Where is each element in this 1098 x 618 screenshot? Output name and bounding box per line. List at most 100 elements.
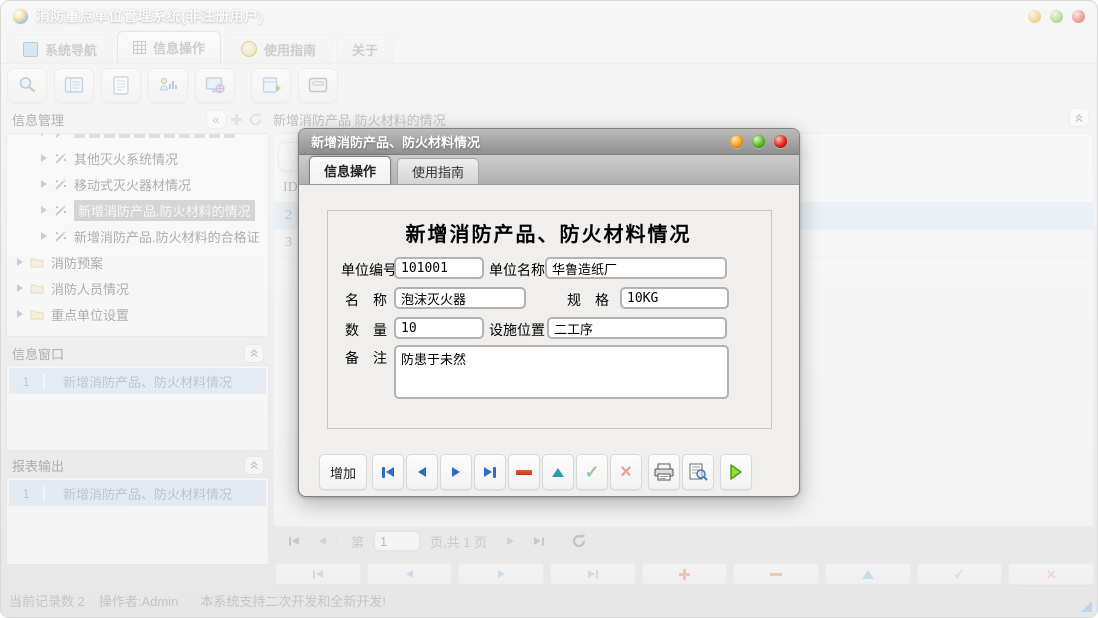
grid-last-button[interactable] <box>550 563 636 585</box>
tab-label: 信息操作 <box>153 41 206 56</box>
dialog-tab-user-guide[interactable]: 使用指南 <box>397 158 480 184</box>
confirm-button[interactable]: ✓ <box>576 454 608 490</box>
tree-item[interactable]: 新增消防产品.防火材料的合格证 <box>7 223 268 249</box>
preview-button[interactable] <box>682 454 714 490</box>
remarks-field[interactable]: 防患于未然 <box>394 345 729 399</box>
page-first-icon[interactable] <box>289 536 299 546</box>
nav-next-button[interactable] <box>440 454 472 490</box>
app-logo-icon <box>13 8 28 24</box>
grid-first-button[interactable] <box>275 563 361 585</box>
expand-arrow-icon[interactable] <box>17 284 23 292</box>
status-message: 本系统支持二次开发和全新开发! <box>200 593 386 609</box>
form-title: 新增消防产品、防火材料情况 <box>405 224 692 246</box>
collapse-up-icon[interactable] <box>1070 109 1088 126</box>
edit-button[interactable] <box>542 454 574 490</box>
grid-prev-button[interactable] <box>366 563 453 585</box>
tab-user-guide[interactable]: 使用指南 <box>225 34 333 63</box>
tab-info-operation[interactable]: 信息操作 <box>117 31 222 63</box>
document-button[interactable] <box>101 67 141 103</box>
maximize-button[interactable] <box>1050 9 1063 23</box>
dialog-toolbar: 增加 ✓ × <box>319 453 783 491</box>
record-details-button[interactable] <box>54 67 94 103</box>
dialog-minimize-button[interactable] <box>730 135 743 148</box>
expand-arrow-icon[interactable] <box>17 310 23 318</box>
dialog-maximize-button[interactable] <box>752 135 765 148</box>
collapse-up-icon[interactable] <box>245 456 263 474</box>
collapse-left-icon[interactable]: « <box>207 110 225 128</box>
tab-system-nav[interactable]: 系统导航 <box>7 34 114 63</box>
cancel-button[interactable]: × <box>610 454 642 490</box>
tree-item-selected[interactable]: 新增消防产品.防火材料的情况 <box>7 197 268 223</box>
monitor-view-button[interactable] <box>195 67 235 103</box>
expand-arrow-icon[interactable] <box>41 180 47 188</box>
search-button[interactable] <box>7 67 47 103</box>
collapse-up-icon[interactable] <box>245 344 263 362</box>
tree-item-partial[interactable] <box>7 134 268 145</box>
grid-confirm-button[interactable]: ✓ <box>916 563 1003 585</box>
nav-prev-button[interactable] <box>406 454 438 490</box>
list-item-index: 1 <box>9 373 45 389</box>
divider <box>554 533 556 549</box>
unit-name-label: 单位名称 <box>489 262 545 278</box>
main-tabbar: 系统导航 信息操作 使用指南 关于 <box>7 31 1091 63</box>
page-last-icon[interactable] <box>534 536 545 546</box>
page-prev-icon[interactable] <box>319 537 326 545</box>
dialog-tab-info-operation[interactable]: 信息操作 <box>309 156 392 184</box>
expand-arrow-icon[interactable] <box>17 258 23 266</box>
app-window: 消防重点单位管理系统(非注册用户) 系统导航 信息操作 使用指南 关于 信息管理… <box>0 0 1098 618</box>
window-controls <box>1028 9 1085 23</box>
grid-edit-button[interactable] <box>825 563 911 585</box>
tree-item[interactable]: 其他灭火系统情况 <box>7 145 268 171</box>
cell-id: 3 <box>285 234 292 250</box>
add-button[interactable]: 增加 <box>319 454 367 490</box>
list-item[interactable]: 1 新增消防产品、防火材料情况 <box>9 368 266 394</box>
spec-field[interactable] <box>620 287 729 309</box>
resize-grip[interactable] <box>1081 601 1092 612</box>
record-details-icon <box>64 77 84 93</box>
expand-arrow-icon[interactable] <box>41 134 47 136</box>
dialog-close-button[interactable] <box>774 135 787 148</box>
grid-cancel-button[interactable]: × <box>1008 563 1095 585</box>
product-name-field[interactable] <box>394 287 526 309</box>
location-field[interactable] <box>547 317 727 339</box>
close-button[interactable] <box>1072 9 1085 23</box>
dialog-titlebar[interactable]: 新增消防产品、防火材料情况 <box>299 129 799 155</box>
grid-add-button[interactable] <box>641 563 728 585</box>
expand-arrow-icon[interactable] <box>41 206 47 214</box>
refresh-icon[interactable] <box>248 112 263 127</box>
page-number-input[interactable] <box>373 530 422 552</box>
unit-code-field[interactable] <box>394 257 484 279</box>
tree-item[interactable]: 移动式灭火器材情况 <box>7 171 268 197</box>
clock-icon <box>241 41 258 57</box>
grid-next-button[interactable] <box>458 563 545 585</box>
expand-arrow-icon[interactable] <box>41 232 47 240</box>
delete-button[interactable] <box>508 454 540 490</box>
status-bar: 当前记录数 2 操作者:Admin 本系统支持二次开发和全新开发! <box>1 583 1097 617</box>
nav-last-button[interactable] <box>474 454 506 490</box>
grid-delete-button[interactable] <box>733 563 820 585</box>
list-item-label: 新增消防产品、防火材料情况 <box>63 486 233 502</box>
folder-icon <box>30 284 44 294</box>
print-button[interactable] <box>648 454 680 490</box>
nav-first-button[interactable] <box>372 454 404 490</box>
unit-name-field[interactable] <box>545 257 727 279</box>
add-form-button[interactable] <box>251 67 291 103</box>
run-button[interactable] <box>720 454 752 490</box>
minimize-button[interactable] <box>1028 9 1041 23</box>
page-next-icon[interactable] <box>507 537 515 545</box>
tree-item[interactable]: 消防人员情况 <box>7 275 268 301</box>
tab-label: 系统导航 <box>45 42 98 58</box>
printer-icon <box>654 463 674 481</box>
expand-arrow-icon[interactable] <box>41 154 47 162</box>
tab-about[interactable]: 关于 <box>336 34 395 63</box>
tree-item[interactable]: 重点单位设置 <box>7 301 268 327</box>
quantity-field[interactable] <box>394 317 484 339</box>
tree-item[interactable]: 消防预案 <box>7 249 268 275</box>
list-item[interactable]: 1 新增消防产品、防火材料情况 <box>9 480 266 506</box>
personnel-chart-button[interactable] <box>148 67 188 103</box>
tool-icon <box>55 134 60 138</box>
archive-drawer-button[interactable] <box>298 67 338 103</box>
add-icon[interactable] <box>231 113 242 125</box>
refresh-icon[interactable] <box>571 533 587 549</box>
x-icon: × <box>620 461 632 483</box>
